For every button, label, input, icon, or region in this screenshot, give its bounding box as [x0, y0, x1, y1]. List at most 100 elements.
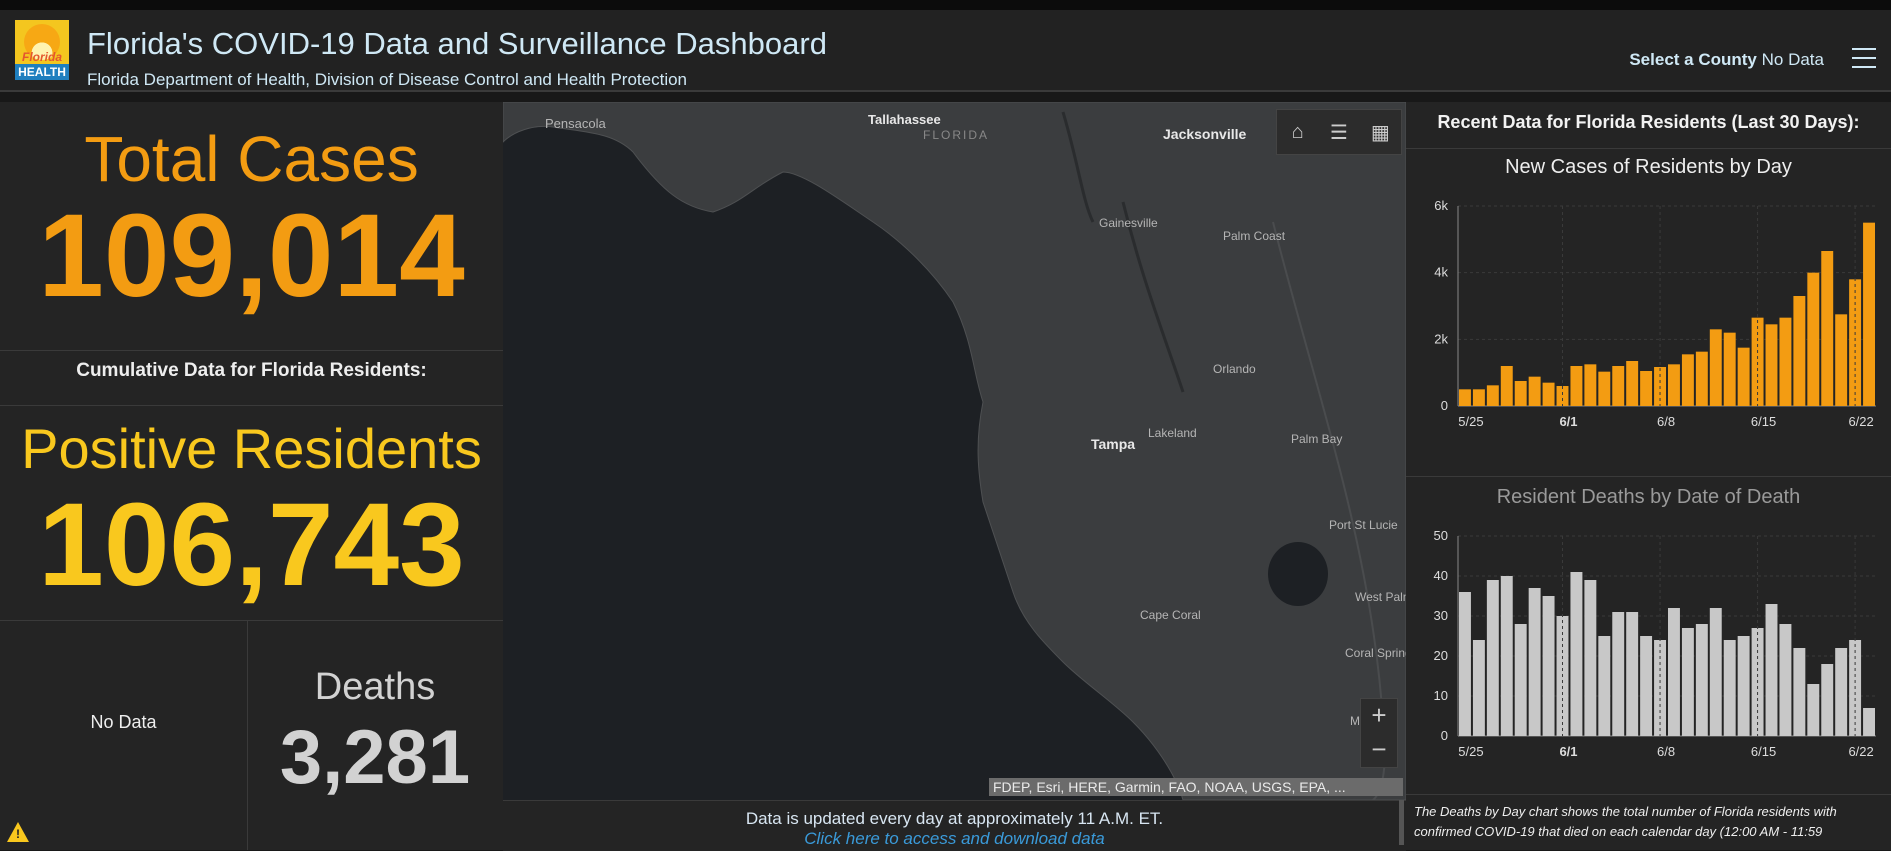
cases-bar[interactable]: [1486, 385, 1499, 406]
cases-chart-title: New Cases of Residents by Day: [1505, 156, 1792, 178]
cumulative-data-label: Cumulative Data for Florida Residents:: [76, 360, 427, 381]
download-data-link[interactable]: Click here to access and download data: [503, 829, 1406, 849]
deaths-bar[interactable]: [1863, 708, 1875, 736]
home-icon[interactable]: ⌂: [1277, 110, 1318, 154]
cases-bar[interactable]: [1570, 366, 1583, 406]
deaths-bar[interactable]: [1542, 596, 1555, 736]
new-cases-chart: 0 2k 4k 6k 5/25 6/1 6/8 6/15 6/22: [1434, 198, 1876, 429]
deaths-label: Deaths: [314, 666, 436, 708]
cases-bar[interactable]: [1737, 347, 1750, 406]
deaths-chart-title: Resident Deaths by Date of Death: [1496, 486, 1801, 508]
city-coral-springs: Coral Springs: [1345, 646, 1406, 660]
total-cases-panel: Total Cases 109,014: [0, 102, 503, 351]
cases-bar[interactable]: [1472, 389, 1485, 406]
deaths-bar[interactable]: [1612, 612, 1625, 736]
cases-bar[interactable]: [1709, 329, 1722, 406]
deaths-bar[interactable]: [1584, 580, 1597, 736]
zoom-control: + −: [1360, 698, 1398, 768]
legend-list-icon[interactable]: ☰: [1318, 110, 1359, 154]
deaths-bar[interactable]: [1821, 664, 1834, 736]
cases-bar[interactable]: [1500, 366, 1513, 406]
deaths-bar[interactable]: [1514, 624, 1527, 736]
y-tick-label: 10: [1434, 688, 1448, 703]
deaths-bar[interactable]: [1640, 636, 1653, 736]
hamburger-menu-icon[interactable]: [1852, 48, 1876, 70]
warning-icon[interactable]: !: [7, 822, 29, 842]
city-lakeland: Lakeland: [1148, 426, 1197, 440]
cases-bar[interactable]: [1681, 354, 1694, 406]
top-strip: [0, 0, 1891, 10]
city-palm-bay: Palm Bay: [1291, 432, 1343, 446]
cases-bar[interactable]: [1542, 382, 1555, 406]
x-tick-label: 5/25: [1458, 414, 1483, 429]
cases-bar[interactable]: [1459, 389, 1471, 406]
deaths-bar[interactable]: [1723, 640, 1736, 736]
cases-bar[interactable]: [1723, 332, 1736, 406]
map-attribution: FDEP, Esri, HERE, Garmin, FAO, NOAA, USG…: [989, 778, 1403, 796]
logo-text-health: HEALTH: [15, 64, 69, 80]
deaths-bar[interactable]: [1570, 572, 1583, 736]
county-selector[interactable]: Select a County No Data: [1629, 50, 1824, 70]
cases-bar[interactable]: [1765, 324, 1778, 406]
city-gainesville: Gainesville: [1099, 216, 1158, 230]
deaths-bar[interactable]: [1765, 604, 1778, 736]
y-tick-label: 40: [1434, 568, 1448, 583]
cases-bar[interactable]: [1863, 222, 1875, 406]
city-tallahassee: Tallahassee: [868, 112, 941, 127]
map-footer: Data is updated every day at approximate…: [503, 800, 1406, 851]
cases-bar[interactable]: [1598, 371, 1611, 406]
cases-bar[interactable]: [1528, 376, 1541, 406]
cases-bar[interactable]: [1584, 364, 1597, 406]
basemap-gallery-icon[interactable]: ▦: [1360, 110, 1401, 154]
deaths-bar[interactable]: [1500, 576, 1513, 736]
deaths-bar[interactable]: [1737, 636, 1750, 736]
cases-bar[interactable]: [1807, 272, 1820, 406]
recent-data-divider: [1406, 148, 1891, 149]
zoom-out-button[interactable]: −: [1361, 733, 1397, 767]
resident-deaths-chart: 0 10 20 30 40 50 5/25 6/1 6/8 6/15 6/22: [1434, 528, 1876, 759]
scrollbar[interactable]: [1399, 800, 1404, 845]
zoom-in-button[interactable]: +: [1361, 699, 1397, 733]
deaths-bar[interactable]: [1668, 608, 1680, 736]
y-tick-label: 0: [1441, 398, 1448, 413]
x-tick-label: 6/1: [1559, 744, 1577, 759]
cases-bar[interactable]: [1793, 296, 1806, 406]
deaths-bar[interactable]: [1835, 648, 1848, 736]
deaths-bar[interactable]: [1459, 592, 1471, 736]
deaths-bar[interactable]: [1779, 624, 1792, 736]
dashboard-subtitle: Florida Department of Health, Division o…: [87, 70, 688, 89]
update-note: Data is updated every day at approximate…: [745, 809, 1164, 828]
city-pensacola: Pensacola: [545, 116, 606, 131]
florida-map[interactable]: Pensacola Tallahassee FLORIDA Jacksonvil…: [503, 102, 1406, 800]
deaths-bar[interactable]: [1681, 628, 1694, 736]
dashboard-header: Florida HEALTH Florida's COVID-19 Data a…: [0, 10, 1891, 92]
region-label: FLORIDA: [923, 128, 990, 142]
city-palm-coast: Palm Coast: [1223, 229, 1286, 243]
deaths-bar[interactable]: [1528, 588, 1541, 736]
cases-bar[interactable]: [1640, 371, 1653, 406]
x-tick-label: 6/15: [1751, 414, 1776, 429]
cases-bar[interactable]: [1821, 251, 1834, 406]
recent-data-title: Recent Data for Florida Residents (Last …: [1437, 112, 1860, 132]
deaths-bar[interactable]: [1695, 624, 1708, 736]
deaths-bar[interactable]: [1472, 640, 1485, 736]
deaths-bar[interactable]: [1709, 608, 1722, 736]
left-stats-panel: Total Cases 109,014 Cumulative Data for …: [0, 102, 503, 850]
cases-bar[interactable]: [1695, 351, 1708, 406]
cases-bar[interactable]: [1626, 361, 1639, 406]
deaths-bar[interactable]: [1598, 636, 1611, 736]
deaths-bar[interactable]: [1486, 580, 1499, 736]
cases-bar[interactable]: [1612, 366, 1625, 406]
cases-bar[interactable]: [1668, 364, 1680, 406]
cases-bar[interactable]: [1835, 314, 1848, 406]
cases-bar[interactable]: [1514, 381, 1527, 406]
x-tick-label: 6/8: [1657, 414, 1675, 429]
deaths-bar[interactable]: [1807, 684, 1820, 736]
florida-health-logo: Florida HEALTH: [15, 20, 69, 80]
charts-divider: [1406, 476, 1891, 477]
map-toolbar: ⌂ ☰ ▦: [1276, 109, 1402, 155]
deaths-bar[interactable]: [1793, 648, 1806, 736]
cases-bar[interactable]: [1779, 317, 1792, 406]
deaths-bar[interactable]: [1626, 612, 1639, 736]
y-tick-label: 30: [1434, 608, 1448, 623]
